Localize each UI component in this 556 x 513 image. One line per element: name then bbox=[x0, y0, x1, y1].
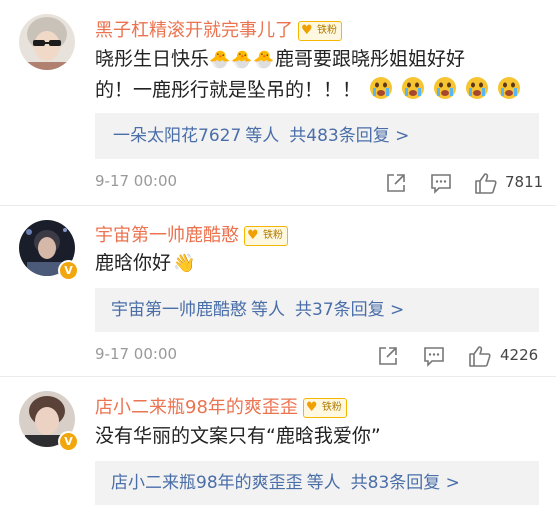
fan-badge: ♥ 铁粉 bbox=[298, 21, 342, 41]
comment-text-line-1: 晓彤生日快乐🐣🐣🐣鹿哥要跟晓彤姐姐好好 bbox=[95, 44, 535, 75]
comment-text: 没有华丽的文案只有“鹿晗我爱你” bbox=[95, 421, 381, 451]
like-icon[interactable] bbox=[468, 345, 492, 367]
verified-badge-icon: V bbox=[58, 431, 79, 452]
comment-text: 鹿晗你好 👋 bbox=[95, 248, 195, 279]
heart-icon: ♥ bbox=[301, 23, 313, 38]
reply-users[interactable]: 一朵太阳花7627 bbox=[113, 126, 241, 146]
username-text[interactable]: 宇宙第一帅鹿酷憨 bbox=[95, 225, 239, 246]
share-icon[interactable] bbox=[377, 345, 399, 367]
reply-total-link[interactable]: 共483条回复 > bbox=[289, 126, 409, 146]
crying-face-emoji-icon bbox=[370, 77, 393, 99]
like-icon[interactable] bbox=[474, 172, 498, 194]
username[interactable]: 宇宙第一帅鹿酷憨 ♥ 铁粉 bbox=[95, 221, 288, 247]
chick-emoji-icon: 🐣 bbox=[209, 50, 231, 70]
reply-suffix: 等人 bbox=[251, 300, 285, 320]
crying-face-emoji-icon bbox=[434, 77, 457, 99]
comment-2: V 宇宙第一帅鹿酷憨 ♥ 铁粉 鹿晗你好 👋 宇宙第一帅鹿酷憨 等人 共37条回复 > 9… bbox=[0, 206, 556, 376]
reply-total-link[interactable]: 共37条回复 > bbox=[295, 300, 404, 320]
username-text[interactable]: 黑子杠精滚开就完事儿了 bbox=[95, 20, 293, 41]
fan-badge-label: 铁粉 bbox=[317, 25, 337, 36]
avatar[interactable] bbox=[19, 14, 75, 70]
crying-face-emoji-icon bbox=[498, 77, 521, 99]
comment-text-part: 晓彤生日快乐 bbox=[95, 48, 210, 70]
reply-users[interactable]: 宇宙第一帅鹿酷憨 bbox=[111, 300, 247, 320]
fan-badge-label: 铁粉 bbox=[321, 402, 342, 413]
fan-badge: ♥ 铁粉 bbox=[244, 226, 288, 246]
crying-face-emoji-icon bbox=[466, 77, 489, 99]
timestamp: 9-17 00:00 bbox=[95, 172, 178, 190]
reply-summary-box[interactable]: 宇宙第一帅鹿酷憨 等人 共37条回复 > bbox=[95, 288, 539, 332]
like-count: 4226 bbox=[500, 346, 539, 364]
username[interactable]: 黑子杠精滚开就完事儿了 ♥ 铁粉 bbox=[95, 16, 342, 42]
username[interactable]: 店小二来瓶98年的爽歪歪 ♥ 铁粉 bbox=[95, 393, 347, 419]
comment-footer: 9-17 00:00 4226 bbox=[95, 345, 545, 369]
heart-icon: ♥ bbox=[305, 400, 318, 415]
reply-summary-box[interactable]: 店小二来瓶98年的爽歪歪 等人 共83条回复 > bbox=[95, 461, 539, 505]
comment-text-part: 鹿晗你好 bbox=[95, 252, 172, 274]
reply-total-link[interactable]: 共83条回复 > bbox=[351, 473, 460, 493]
comment-text-part: 鹿哥要跟晓彤姐姐好好 bbox=[275, 48, 466, 70]
waving-hand-emoji-icon: 👋 bbox=[173, 253, 196, 274]
like-count: 7811 bbox=[505, 173, 544, 191]
reply-suffix: 等人 bbox=[245, 126, 280, 146]
username-text[interactable]: 店小二来瓶98年的爽歪歪 bbox=[95, 397, 298, 418]
verified-badge-icon: V bbox=[58, 260, 79, 281]
reply-suffix: 等人 bbox=[306, 473, 341, 493]
comment-footer: 9-17 00:00 7811 bbox=[95, 172, 545, 196]
comment-text-part: 的！一鹿彤行就是坠吊的！！！ bbox=[95, 79, 362, 101]
comment-text-part: 没有华丽的文案只有“鹿晗我爱你” bbox=[95, 425, 381, 447]
fan-badge: ♥ 铁粉 bbox=[302, 398, 347, 418]
comment-icon[interactable] bbox=[430, 172, 452, 194]
chick-emoji-icon: 🐣 bbox=[231, 50, 253, 70]
share-icon[interactable] bbox=[385, 172, 407, 194]
reply-users[interactable]: 店小二来瓶98年的爽歪歪 bbox=[111, 473, 303, 493]
crying-face-emoji-icon bbox=[402, 77, 425, 99]
reply-summary-box[interactable]: 一朵太阳花7627 等人 共483条回复 > bbox=[95, 113, 539, 159]
comment-text-line-2: 的！一鹿彤行就是坠吊的！！！ bbox=[95, 75, 535, 105]
fan-badge-label: 铁粉 bbox=[263, 230, 283, 241]
timestamp: 9-17 00:00 bbox=[95, 345, 178, 363]
comment-text: 晓彤生日快乐🐣🐣🐣鹿哥要跟晓彤姐姐好好 的！一鹿彤行就是坠吊的！！！ bbox=[95, 44, 535, 105]
comment-1: 黑子杠精滚开就完事儿了 ♥ 铁粉 晓彤生日快乐🐣🐣🐣鹿哥要跟晓彤姐姐好好 的！一鹿彤… bbox=[0, 0, 556, 205]
heart-icon: ♥ bbox=[247, 228, 259, 243]
comment-3: V 店小二来瓶98年的爽歪歪 ♥ 铁粉 没有华丽的文案只有“鹿晗我爱你” 店小二来瓶… bbox=[0, 377, 556, 513]
chick-emoji-icon: 🐣 bbox=[253, 50, 275, 70]
comment-icon[interactable] bbox=[423, 345, 445, 367]
